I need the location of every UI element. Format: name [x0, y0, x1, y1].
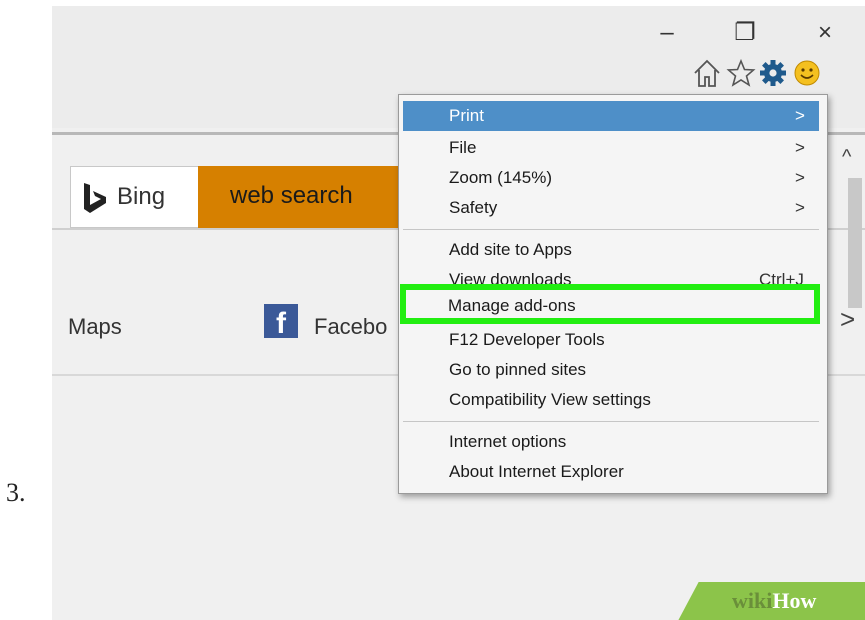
menu-item-manage-add-ons[interactable]: Manage add-ons: [400, 284, 820, 324]
close-button[interactable]: ×: [808, 16, 842, 50]
menu-item-file[interactable]: File >: [403, 133, 819, 163]
gear-icon[interactable]: [758, 56, 788, 90]
menu-item-go-to-pinned-sites[interactable]: Go to pinned sites: [403, 355, 819, 385]
menu-item-internet-options[interactable]: Internet options: [403, 427, 819, 457]
smiley-icon[interactable]: [792, 56, 822, 90]
chevron-right-icon: >: [795, 138, 805, 157]
restore-button[interactable]: ❐: [728, 16, 762, 50]
bing-label: Bing: [117, 183, 166, 210]
menu-item-zoom[interactable]: Zoom (145%) >: [403, 163, 819, 193]
favorite-maps-link[interactable]: Maps: [68, 314, 122, 340]
menu-item-f12-developer-tools[interactable]: F12 Developer Tools: [403, 325, 819, 355]
chevron-right-icon: >: [795, 168, 805, 187]
chevron-right-icon: >: [795, 198, 805, 217]
menu-item-about-internet-explorer[interactable]: About Internet Explorer: [403, 457, 819, 487]
menu-item-add-site-to-apps[interactable]: Add site to Apps: [403, 235, 819, 265]
menu-item-compatibility-view-settings[interactable]: Compatibility View settings: [403, 385, 819, 415]
scroll-up-arrow[interactable]: ^: [842, 146, 851, 169]
bing-logo-icon: [84, 183, 106, 213]
menu-separator: [403, 229, 819, 230]
web-search-button[interactable]: web search: [198, 166, 403, 228]
menu-item-print[interactable]: Print >: [403, 101, 819, 131]
favorite-facebook-link[interactable]: Facebo: [314, 314, 387, 340]
wikihow-watermark: wikiHow: [732, 588, 817, 613]
scroll-right-arrow[interactable]: >: [840, 304, 855, 335]
chevron-right-icon: >: [795, 106, 805, 125]
browser-screenshot: – ❐ × Bing web search Maps f Facebo ^ > …: [52, 6, 865, 620]
minimize-button[interactable]: –: [650, 16, 684, 50]
menu-separator: [403, 421, 819, 422]
step-number: 3.: [6, 478, 26, 507]
facebook-icon[interactable]: f: [264, 304, 298, 340]
bing-brand[interactable]: Bing: [70, 166, 200, 228]
home-icon[interactable]: [692, 56, 722, 90]
scrollbar-thumb[interactable]: [848, 178, 862, 308]
menu-item-safety[interactable]: Safety >: [403, 193, 819, 223]
star-icon[interactable]: [726, 56, 756, 90]
